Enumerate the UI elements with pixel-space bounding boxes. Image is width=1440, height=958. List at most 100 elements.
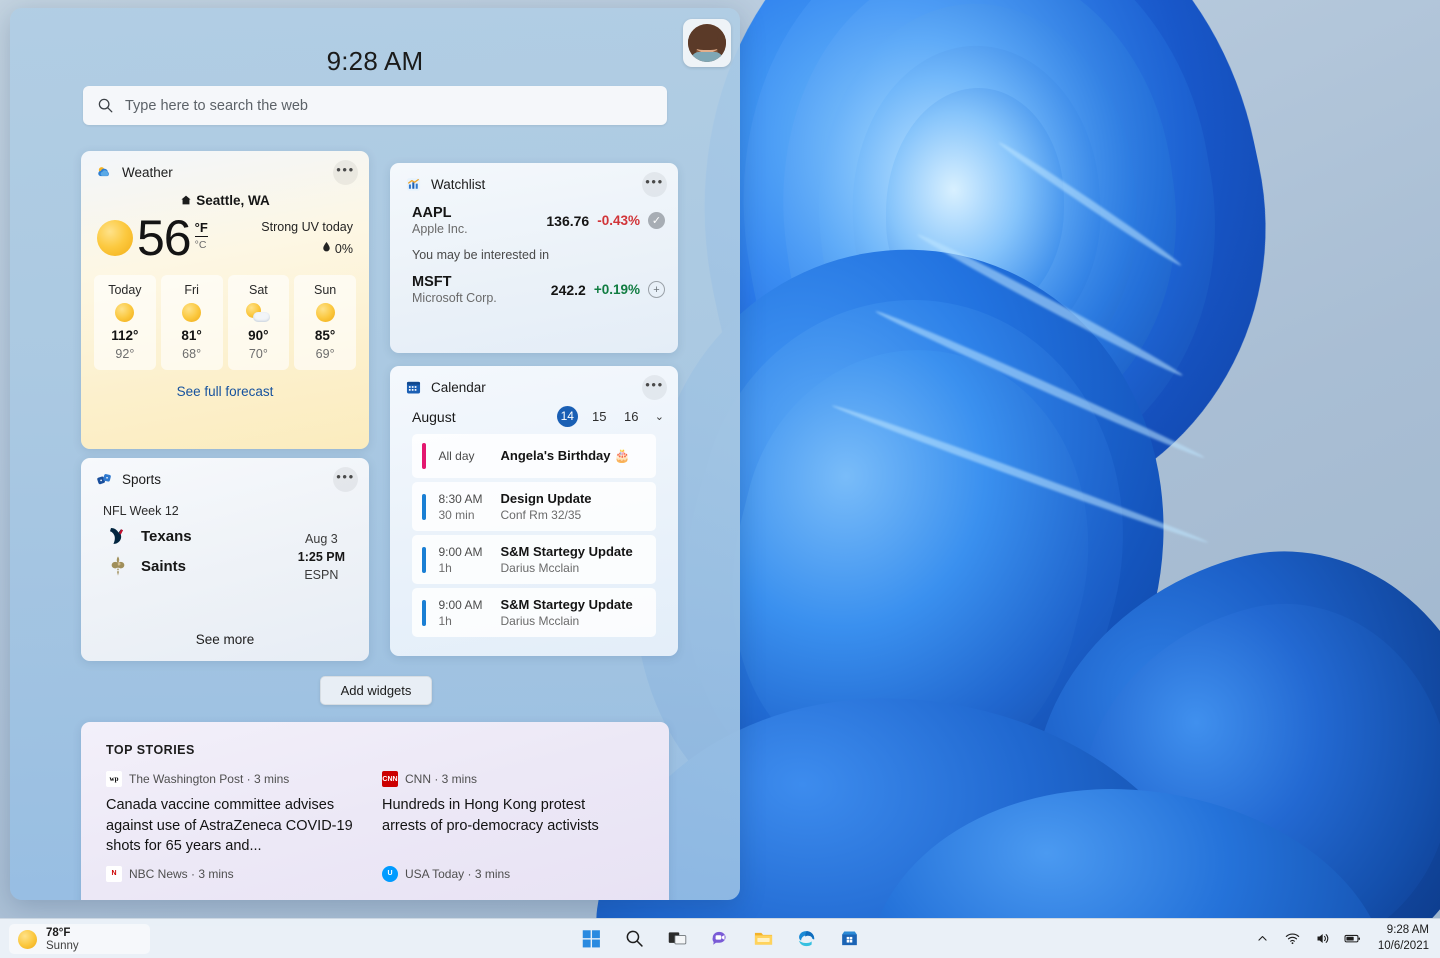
- event-time: 9:00 AM: [438, 544, 483, 559]
- weather-widget[interactable]: Weather ••• Seattle, WA 56 °F °C Strong …: [81, 151, 369, 449]
- calendar-day-selected[interactable]: 14: [556, 406, 578, 427]
- stock-company: Apple Inc.: [412, 222, 468, 236]
- news-source-row: CNN CNN · 3 mins: [382, 771, 630, 787]
- forecast-day[interactable]: Sun 85° 69°: [294, 275, 356, 370]
- event-duration: 30 min: [438, 507, 475, 522]
- stock-symbol: AAPL: [412, 205, 452, 221]
- forecast-day-name: Fri: [184, 283, 199, 297]
- calendar-event[interactable]: 8:30 AM 30 min Design Update Conf Rm 32/…: [412, 482, 656, 531]
- watchlist-widget[interactable]: Watchlist ••• AAPL Apple Inc. 136.76 -0.…: [390, 163, 678, 353]
- chevron-down-icon[interactable]: ⌄: [655, 410, 664, 423]
- microsoft-store-icon[interactable]: [836, 926, 862, 952]
- news-story[interactable]: wp The Washington Post · 3 mins Canada v…: [106, 771, 354, 857]
- sports-game-network: ESPN: [304, 568, 339, 583]
- sports-game-meta: Aug 3 1:25 PM ESPN: [298, 530, 345, 584]
- plus-icon[interactable]: +: [648, 281, 665, 298]
- chevron-up-icon[interactable]: [1254, 930, 1271, 947]
- sunny-icon: [161, 303, 223, 322]
- forecast-day[interactable]: Sat 90° 70°: [227, 275, 290, 370]
- edge-browser-icon[interactable]: [793, 926, 819, 952]
- forecast-high: 112°: [111, 328, 139, 343]
- event-title: S&M Startegy Update: [500, 597, 633, 612]
- calendar-title: Calendar: [431, 380, 486, 395]
- battery-icon[interactable]: [1344, 930, 1361, 947]
- start-icon[interactable]: [578, 926, 604, 952]
- top-stories-card: TOP STORIES wp The Washington Post · 3 m…: [81, 722, 669, 900]
- calendar-widget[interactable]: Calendar ••• August 14 15 16 ⌄ All day A…: [390, 366, 678, 656]
- search-bar[interactable]: [83, 86, 667, 125]
- stock-row[interactable]: AAPL Apple Inc. 136.76 -0.43% ✓: [390, 205, 678, 236]
- volume-icon[interactable]: [1314, 930, 1331, 947]
- unit-fahrenheit[interactable]: °F: [194, 220, 208, 237]
- event-duration: 1h: [438, 613, 452, 628]
- sunny-icon: [294, 303, 356, 322]
- news-source-text: CNN · 3 mins: [405, 772, 478, 786]
- task-view-icon[interactable]: [664, 926, 690, 952]
- check-icon[interactable]: ✓: [648, 212, 665, 229]
- search-icon[interactable]: [621, 926, 647, 952]
- taskbar-app-icons: [0, 926, 1440, 952]
- calendar-icon: [405, 379, 422, 396]
- calendar-event[interactable]: 9:00 AM 1h S&M Startegy Update Darius Mc…: [412, 535, 656, 584]
- weather-cloud-sun-icon: [96, 164, 113, 181]
- sports-widget[interactable]: Sports ••• NFL Week 12 Texans Saints Aug…: [81, 458, 369, 661]
- sports-icon: [96, 471, 113, 488]
- news-story-partial[interactable]: U USA Today · 3 mins: [382, 865, 630, 882]
- file-explorer-icon[interactable]: [750, 926, 776, 952]
- see-full-forecast-link[interactable]: See full forecast: [81, 384, 369, 399]
- stock-row[interactable]: MSFT Microsoft Corp. 242.2 +0.19% +: [390, 274, 678, 305]
- event-title: Design Update: [500, 491, 592, 506]
- forecast-day-name: Sat: [248, 283, 268, 297]
- event-color-bar: [422, 443, 426, 469]
- chat-teams-icon[interactable]: [707, 926, 733, 952]
- forecast-high: 90°: [248, 328, 269, 343]
- weather-more-button[interactable]: •••: [333, 160, 358, 185]
- add-widgets-button[interactable]: Add widgets: [320, 676, 432, 705]
- watchlist-more-button[interactable]: •••: [642, 172, 667, 197]
- sports-more-button[interactable]: •••: [333, 467, 358, 492]
- calendar-day[interactable]: 15: [589, 409, 610, 424]
- news-story[interactable]: CNN CNN · 3 mins Hundreds in Hong Kong p…: [382, 771, 630, 857]
- user-avatar[interactable]: [683, 19, 731, 67]
- usa-today-logo-icon: U: [382, 865, 398, 882]
- forecast-low: 68°: [182, 347, 202, 361]
- texans-logo-icon: [106, 524, 130, 548]
- sports-team-name: Texans: [141, 527, 192, 545]
- search-input[interactable]: [125, 97, 653, 114]
- partly-cloudy-icon: [228, 303, 290, 322]
- calendar-more-button[interactable]: •••: [642, 375, 667, 400]
- calendar-event[interactable]: All day Angela's Birthday 🎂: [412, 434, 656, 478]
- sunny-icon: [94, 303, 156, 322]
- weather-location: Seattle, WA: [196, 193, 270, 208]
- stock-symbol: MSFT: [412, 274, 452, 290]
- weather-temperature: 56: [137, 210, 192, 266]
- news-headline[interactable]: Canada vaccine committee advises against…: [106, 795, 354, 857]
- calendar-events-list: All day Angela's Birthday 🎂 8:30 AM 30 m…: [390, 427, 678, 637]
- forecast-day[interactable]: Fri 81° 68°: [160, 275, 223, 370]
- weather-unit-toggle[interactable]: °F °C: [194, 220, 208, 251]
- calendar-day[interactable]: 16: [621, 409, 642, 424]
- forecast-low: 70°: [248, 347, 268, 361]
- avatar-photo: [688, 24, 726, 62]
- top-stories-title: TOP STORIES: [106, 743, 195, 757]
- taskbar-clock[interactable]: 9:28 AM 10/6/2021: [1378, 923, 1429, 954]
- sunny-icon: [97, 220, 133, 256]
- watchlist-chart-icon: [405, 176, 422, 193]
- forecast-day[interactable]: Today 112° 92°: [94, 275, 156, 370]
- news-story-partial[interactable]: N NBC News · 3 mins: [106, 865, 354, 882]
- sports-game-time: 1:25 PM: [297, 550, 345, 565]
- forecast-high: 81°: [181, 328, 202, 343]
- event-duration: 1h: [438, 560, 452, 575]
- sports-week-label: NFL Week 12: [103, 504, 179, 518]
- saints-logo-icon: [106, 554, 130, 578]
- stock-change: +0.19%: [593, 282, 640, 297]
- news-headline[interactable]: Hundreds in Hong Kong protest arrests of…: [382, 795, 630, 836]
- event-time: All day: [438, 449, 475, 463]
- event-subtitle: Darius Mcclain: [500, 614, 580, 628]
- watchlist-note: You may be interested in: [412, 248, 550, 262]
- weather-precip-value: 0%: [334, 242, 353, 256]
- calendar-event[interactable]: 9:00 AM 1h S&M Startegy Update Darius Mc…: [412, 588, 656, 637]
- wifi-icon[interactable]: [1284, 930, 1301, 947]
- sports-see-more-link[interactable]: See more: [81, 632, 369, 647]
- unit-celsius[interactable]: °C: [195, 239, 208, 251]
